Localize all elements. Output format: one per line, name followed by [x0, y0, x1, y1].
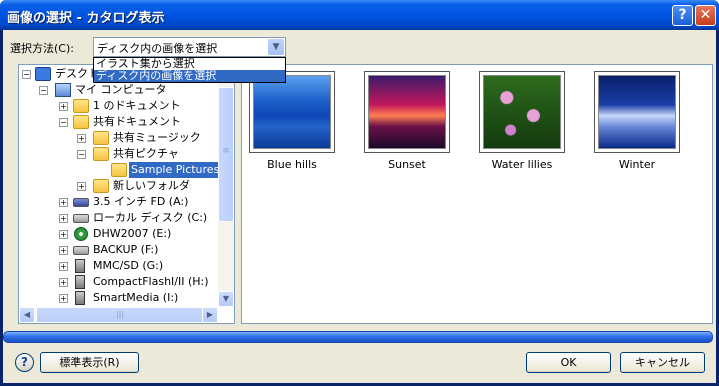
tree-item-backup[interactable]: + BACKUP (F:) — [19, 242, 234, 258]
tree-item-dhw2007[interactable]: + DHW2007 (E:) — [19, 226, 234, 242]
grip-icon: ≡ — [222, 146, 230, 156]
tree-item-sample-pictures[interactable]: Sample Pictures — [19, 162, 234, 178]
tree-item-label: 1 のドキュメント — [93, 99, 181, 112]
collapse-icon[interactable]: − — [39, 86, 48, 95]
desktop-icon — [35, 67, 51, 81]
tree-item-shared-documents[interactable]: − 共有ドキュメント — [19, 114, 234, 130]
selection-method-value: ディスク内の画像を選択 — [97, 42, 218, 55]
expand-icon[interactable]: + — [59, 230, 68, 239]
floppy-icon — [73, 198, 89, 207]
tree-item-label: 共有ピクチャ — [113, 147, 179, 160]
hard-drive-icon — [73, 246, 89, 255]
card-drive-icon — [75, 275, 85, 289]
thumbnail-label: Winter — [618, 158, 656, 171]
thumbnail-label: Sunset — [388, 158, 426, 171]
tree-item-label: 3.5 インチ FD (A:) — [93, 195, 189, 208]
folder-icon — [73, 99, 89, 113]
thumbnail-image — [483, 75, 561, 149]
thumbnail-image — [253, 75, 331, 149]
expand-icon[interactable]: + — [59, 278, 68, 287]
pictures-folder-icon — [93, 147, 109, 161]
thumbnail-label: Water lilies — [491, 158, 553, 171]
collapse-icon[interactable]: − — [77, 150, 86, 159]
tree-item-label: 共有ミュージック — [113, 131, 201, 144]
expand-icon[interactable]: + — [59, 246, 68, 255]
tree-item-floppy[interactable]: + 3.5 インチ FD (A:) — [19, 194, 234, 210]
folder-tree[interactable]: − デスクトップ − マイ コンピュータ + 1 のドキュメント − 共有ドキュ… — [18, 64, 235, 324]
cd-drive-icon — [74, 227, 88, 241]
selection-method-combo[interactable]: ディスク内の画像を選択 ▼ — [93, 37, 286, 57]
expand-icon[interactable]: + — [77, 134, 86, 143]
expand-icon[interactable]: + — [59, 198, 68, 207]
tree-item-label: ローカル ディスク (C:) — [93, 211, 208, 224]
standard-view-button[interactable]: 標準表示(R) — [40, 352, 139, 373]
chevron-down-icon[interactable]: ▼ — [268, 39, 284, 55]
tree-item-label: BACKUP (F:) — [93, 243, 159, 256]
tree-item-label: MMC/SD (G:) — [93, 259, 164, 272]
selection-method-label: 選択方法(C): — [10, 42, 74, 55]
help-icon[interactable]: ? — [15, 353, 34, 372]
thumbnail-label: Blue hills — [267, 158, 317, 171]
tree-item-label: 新しいフォルダ — [113, 179, 190, 192]
thumbnail-image — [368, 75, 446, 149]
tree-item-label: マイ コンピュータ — [75, 83, 167, 96]
dropdown-option-illustrations[interactable]: イラスト集から選択 — [94, 58, 285, 70]
cancel-button[interactable]: キャンセル — [620, 352, 705, 373]
hard-drive-icon — [73, 214, 89, 223]
expand-icon[interactable]: + — [59, 102, 68, 111]
tree-item-mmc-sd[interactable]: + MMC/SD (G:) — [19, 258, 234, 274]
selection-method-dropdown: イラスト集から選択 ディスク内の画像を選択 — [93, 57, 286, 83]
music-folder-icon — [93, 131, 109, 145]
close-button[interactable]: ✕ — [695, 5, 716, 26]
tree-item-label: 共有ドキュメント — [93, 115, 181, 128]
tree-item-smartmedia[interactable]: + SmartMedia (I:) — [19, 290, 234, 306]
tree-item-label: Sample Pictures — [129, 162, 222, 178]
thumbnail-winter[interactable] — [594, 71, 680, 153]
tree-item-shared-pictures[interactable]: − 共有ピクチャ — [19, 146, 234, 162]
title-bar[interactable]: 画像の選択 - カタログ表示 ? ✕ — [0, 0, 719, 30]
tree-item-compactflash[interactable]: + CompactFlashI/II (H:) — [19, 274, 234, 290]
thumbnail-image — [598, 75, 676, 149]
collapse-icon[interactable]: − — [59, 118, 68, 127]
thumbnail-pane: Blue hills Sunset Water lilies Winter — [241, 64, 713, 324]
window-title: 画像の選択 - カタログ表示 — [7, 11, 165, 26]
expand-icon[interactable]: + — [59, 214, 68, 223]
tree-item-shared-music[interactable]: + 共有ミュージック — [19, 130, 234, 146]
scroll-down-icon[interactable]: ▼ — [218, 291, 234, 307]
scroll-right-icon[interactable]: ▶ — [202, 307, 218, 323]
grip-icon: ||| — [115, 310, 125, 319]
expand-icon[interactable]: + — [59, 294, 68, 303]
tree-item-my-computer[interactable]: − マイ コンピュータ — [19, 82, 234, 98]
scroll-left-icon[interactable]: ◀ — [19, 307, 35, 323]
thumbnail-blue-hills[interactable] — [249, 71, 335, 153]
tree-item-label: CompactFlashI/II (H:) — [93, 275, 209, 288]
tree-vertical-scrollbar[interactable]: ▲ ≡ ▼ — [218, 65, 234, 307]
tree-item-new-folder[interactable]: + 新しいフォルダ — [19, 178, 234, 194]
folder-icon — [73, 115, 89, 129]
dropdown-option-disk-images[interactable]: ディスク内の画像を選択 — [94, 70, 285, 82]
expand-icon[interactable]: + — [77, 182, 86, 191]
horizontal-scroll-thumb[interactable]: ||| — [36, 307, 204, 323]
card-drive-icon — [75, 259, 85, 273]
collapse-icon[interactable]: − — [22, 70, 31, 79]
thumbnail-sunset[interactable] — [364, 71, 450, 153]
my-computer-icon — [55, 83, 71, 97]
thumbnail-water-lilies[interactable] — [479, 71, 565, 153]
folder-icon — [93, 179, 109, 193]
card-drive-icon — [75, 291, 85, 305]
progress-bar — [3, 331, 713, 343]
tree-item-label: SmartMedia (I:) — [93, 291, 179, 304]
help-title-button[interactable]: ? — [672, 5, 693, 26]
tree-item-label: DHW2007 (E:) — [93, 227, 172, 240]
tree-item-my-documents[interactable]: + 1 のドキュメント — [19, 98, 234, 114]
folder-icon — [111, 163, 127, 177]
vertical-scroll-thumb[interactable]: ≡ — [218, 87, 234, 222]
ok-button[interactable]: OK — [526, 352, 611, 373]
tree-horizontal-scrollbar[interactable]: ◀ ||| ▶ — [19, 307, 218, 323]
tree-item-local-disk[interactable]: + ローカル ディスク (C:) — [19, 210, 234, 226]
expand-icon[interactable]: + — [59, 262, 68, 271]
dialog-window: 画像の選択 - カタログ表示 ? ✕ 選択方法(C): ディスク内の画像を選択 … — [0, 0, 719, 386]
